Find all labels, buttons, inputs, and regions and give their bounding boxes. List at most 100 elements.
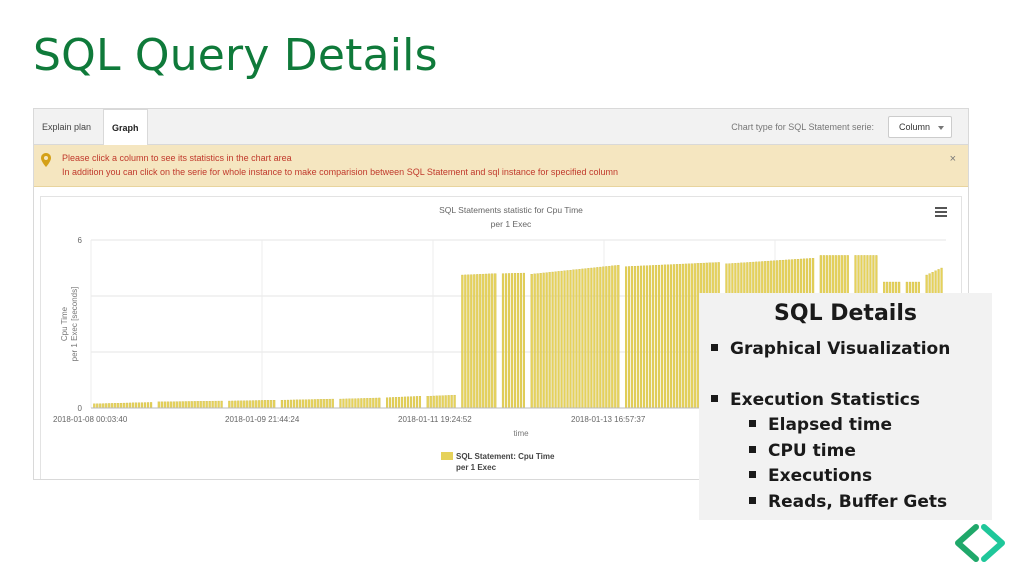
bar xyxy=(566,270,569,409)
bar xyxy=(536,273,539,409)
bar xyxy=(678,264,681,409)
bar xyxy=(307,399,310,409)
overlay-item-text: Graphical Visualization xyxy=(730,339,951,359)
bar xyxy=(651,265,655,409)
bar xyxy=(435,395,438,409)
bar xyxy=(548,272,551,409)
bar xyxy=(542,272,545,409)
overlay-item-text: Reads, Buffer Gets xyxy=(768,492,948,512)
overlay-item-execution-statistics: Execution Statistics xyxy=(711,390,920,410)
bar xyxy=(557,271,560,409)
bar xyxy=(196,401,199,409)
bar xyxy=(693,263,696,409)
bar xyxy=(513,273,517,409)
bar xyxy=(193,401,196,409)
chevron-brackets-logo-icon xyxy=(955,524,1005,562)
bar xyxy=(672,264,675,409)
bar xyxy=(372,397,375,409)
bar xyxy=(141,402,144,409)
hamburger-menu-icon[interactable] xyxy=(935,207,947,217)
bar xyxy=(429,395,432,409)
bar xyxy=(328,398,331,409)
bar xyxy=(108,403,111,409)
bar xyxy=(482,273,485,409)
overlay-heading: SQL Details xyxy=(774,301,917,326)
bar xyxy=(406,396,410,409)
bar xyxy=(304,399,307,409)
bar xyxy=(205,401,208,409)
bar xyxy=(522,272,525,409)
bar xyxy=(273,400,276,409)
bullet-square-icon xyxy=(749,419,756,427)
bar xyxy=(636,265,640,409)
bar xyxy=(351,398,354,409)
bar xyxy=(345,398,348,409)
bar xyxy=(147,402,150,409)
bar xyxy=(602,266,605,409)
x-tick-label: 2018-01-09 21:44:24 xyxy=(225,415,300,424)
bar xyxy=(366,398,369,409)
tab-explain-plan[interactable]: Explain plan xyxy=(34,109,99,145)
bar xyxy=(175,401,178,409)
bar xyxy=(357,398,360,409)
bar xyxy=(426,396,429,409)
bar xyxy=(625,266,628,409)
bar xyxy=(608,265,611,409)
close-icon[interactable]: × xyxy=(950,153,956,165)
bar xyxy=(316,399,319,409)
bar xyxy=(369,398,372,409)
bar xyxy=(403,396,407,409)
bar xyxy=(319,399,322,409)
y-axis-label: Cpu Time xyxy=(60,306,69,341)
y-tick-label: 0 xyxy=(78,404,83,413)
bar xyxy=(675,264,678,409)
bullet-square-icon xyxy=(711,343,718,351)
bar xyxy=(560,270,563,409)
bar xyxy=(501,273,505,409)
bar xyxy=(252,400,255,409)
bar xyxy=(111,403,114,409)
bar xyxy=(114,403,117,409)
bar xyxy=(331,398,334,409)
bar xyxy=(310,399,313,409)
overlay-subitem-reads-buffer-gets: Reads, Buffer Gets xyxy=(749,492,947,512)
overlay-item-text: CPU time xyxy=(768,441,856,461)
bar xyxy=(441,395,444,409)
bar xyxy=(519,272,522,409)
tab-graph[interactable]: Graph xyxy=(103,109,148,146)
bar xyxy=(473,274,476,409)
bar xyxy=(533,273,536,409)
overlay-subitem-elapsed-time: Elapsed time xyxy=(749,415,892,435)
bar xyxy=(267,400,270,409)
bar xyxy=(163,401,166,409)
legend-swatch xyxy=(441,452,453,460)
bar xyxy=(450,395,453,409)
bar xyxy=(363,398,366,409)
bar xyxy=(270,400,273,409)
slide-title: SQL Query Details xyxy=(33,30,438,81)
chart-type-select[interactable]: Column xyxy=(888,116,952,138)
bar xyxy=(237,400,240,409)
bar xyxy=(172,401,175,409)
bar xyxy=(99,403,102,409)
bar xyxy=(464,274,467,409)
bar xyxy=(231,400,234,409)
caret-down-icon xyxy=(938,126,944,130)
bar xyxy=(255,400,258,409)
bar xyxy=(485,273,488,409)
bar xyxy=(157,401,160,409)
bar xyxy=(494,273,497,409)
bar xyxy=(578,269,581,409)
alert-line-1: Please click a column to see its statist… xyxy=(62,153,292,163)
bar xyxy=(645,265,649,409)
bar xyxy=(397,396,401,409)
bar xyxy=(249,400,252,409)
bullet-square-icon xyxy=(749,470,756,478)
bar xyxy=(102,403,105,409)
bar xyxy=(298,399,301,409)
bullet-square-icon xyxy=(749,496,756,504)
sql-details-overlay: SQL Details Graphical Visualization Exec… xyxy=(699,293,992,520)
bar xyxy=(187,401,190,409)
bar xyxy=(447,395,450,409)
bar xyxy=(614,265,617,409)
